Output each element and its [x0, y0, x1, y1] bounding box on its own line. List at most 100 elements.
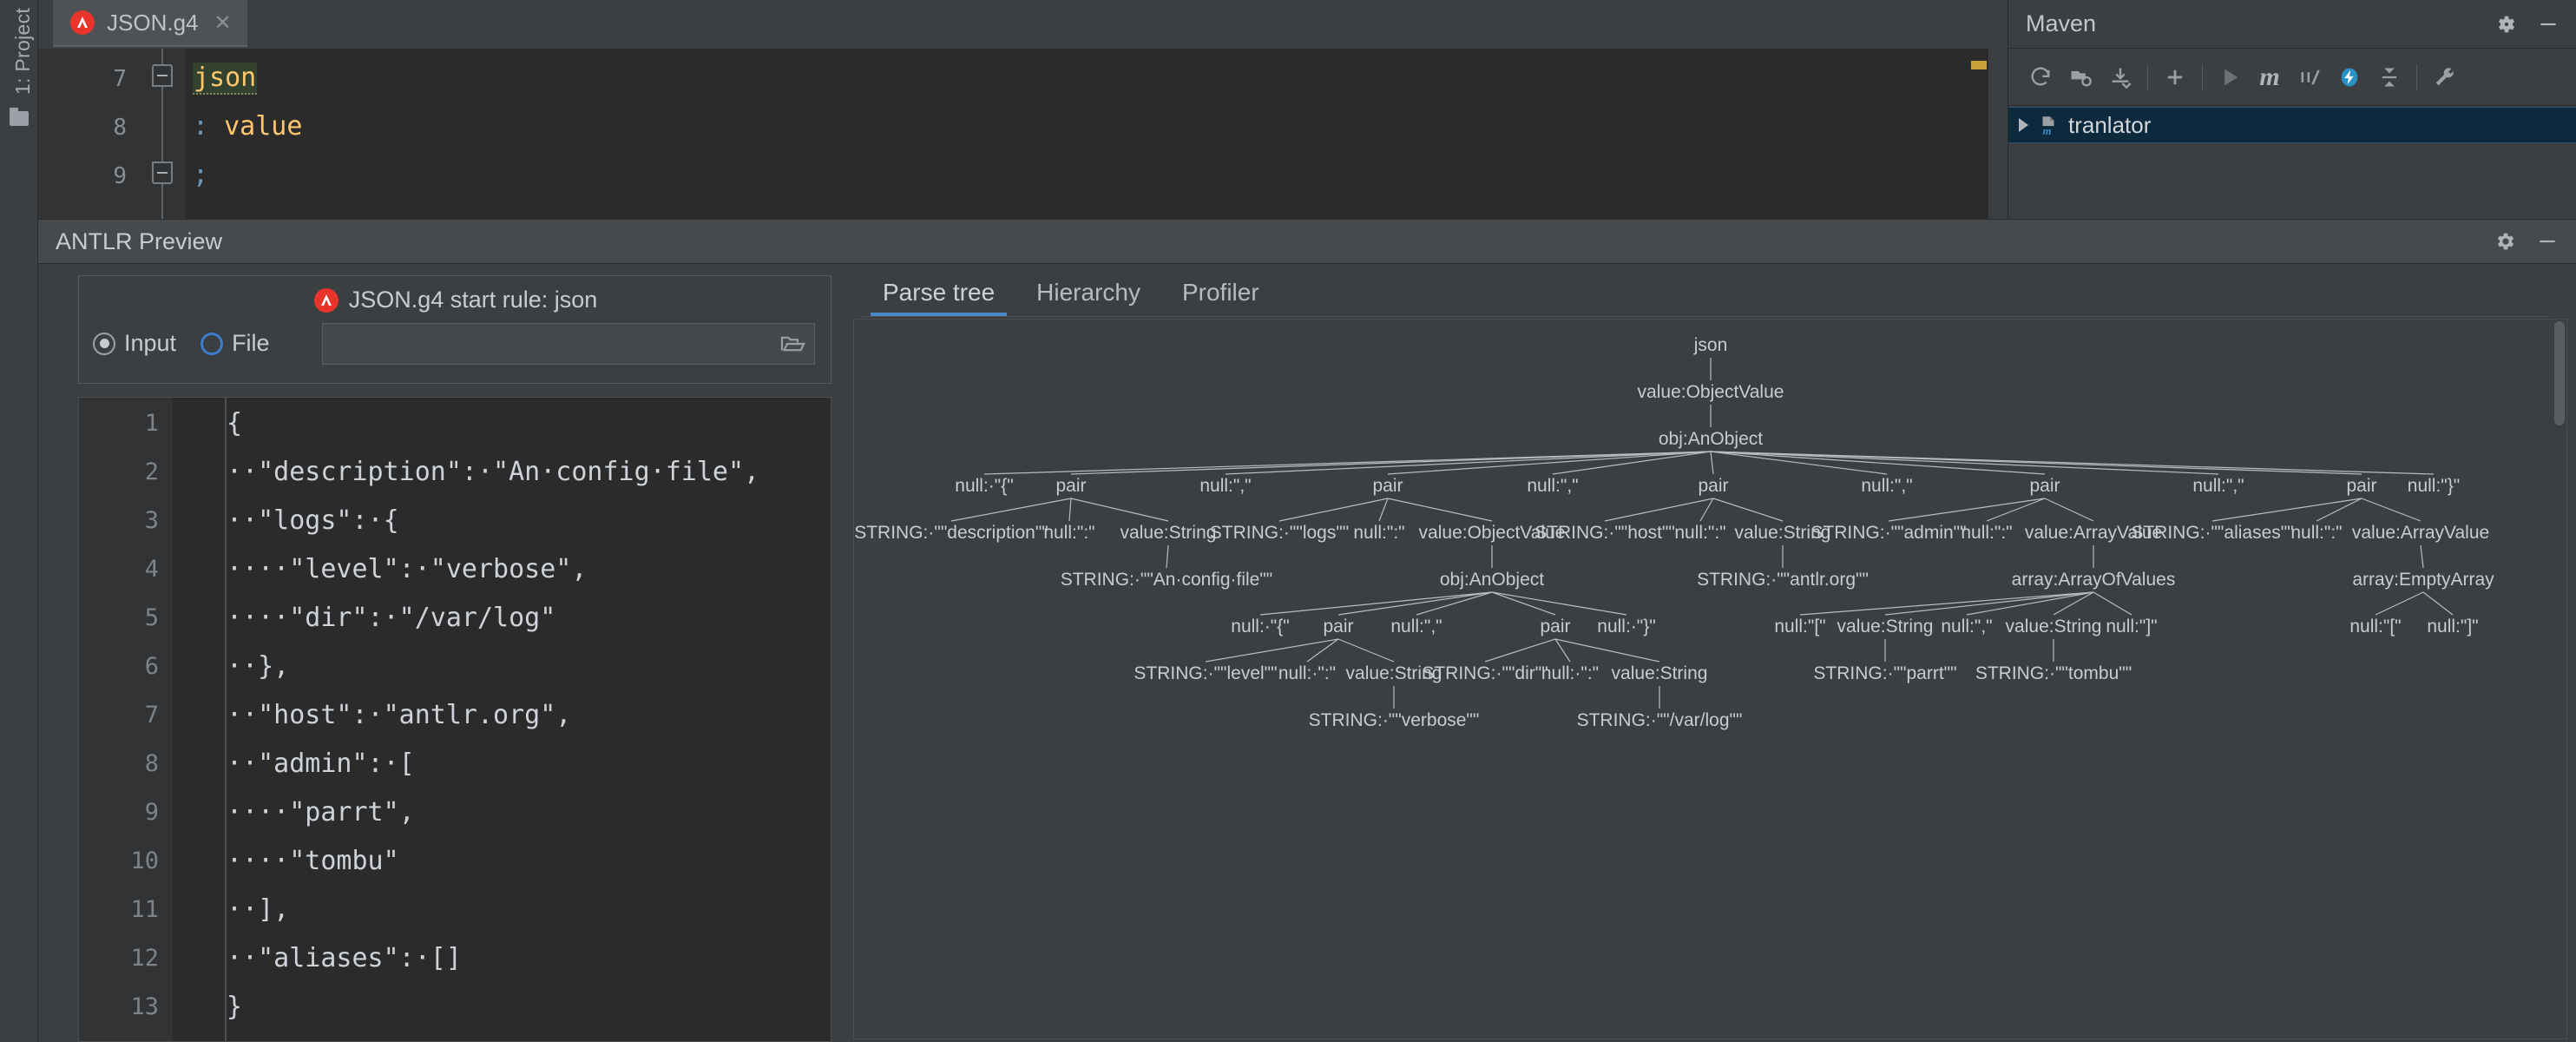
run-icon[interactable] [2210, 57, 2250, 97]
maven-project-tranlator[interactable]: m tranlator [2008, 107, 2576, 143]
parse-tree-node[interactable]: STRING:·""host"" [1534, 523, 1675, 544]
warning-stripe-marker[interactable] [1971, 61, 1987, 69]
tab-profiler[interactable]: Profiler [1161, 279, 1280, 317]
parse-tree-node[interactable]: value:String [1612, 663, 1708, 684]
grammar-code-line-9: ; [193, 160, 208, 190]
colon-token: : [193, 111, 209, 142]
parse-tree-node[interactable]: STRING:·""An·config·file"" [1061, 570, 1273, 590]
parse-tree-node[interactable]: null:"[" [1774, 617, 1825, 637]
parse-tree-node[interactable]: obj:AnObject [1659, 429, 1763, 450]
toolbar-separator [2147, 64, 2148, 90]
open-folder-icon[interactable] [779, 333, 805, 354]
parse-tree-node[interactable]: null:·":" [1541, 663, 1599, 684]
parse-tree-scrollbar[interactable] [2553, 320, 2566, 1039]
maven-module-icon: m [2037, 114, 2060, 137]
minimize-icon[interactable] [2536, 230, 2559, 253]
parse-tree-node[interactable]: null:"[" [2349, 617, 2401, 637]
json-input-editor[interactable]: 1 2 3 4 5 6 7 8 9 10 11 12 13 { ··"descr… [78, 397, 831, 1042]
line-number: 12 [130, 945, 159, 972]
parse-tree-node[interactable]: null:"]" [2106, 617, 2157, 637]
parse-tree-node[interactable]: STRING:·""dir"" [1422, 663, 1548, 684]
parse-tree-node[interactable]: STRING:·""parrt"" [1813, 663, 1956, 684]
generate-sources-icon[interactable] [2060, 57, 2100, 97]
grammar-editor[interactable]: 7 8 9 json : value ; [38, 49, 2008, 219]
parse-tree-node[interactable]: null:"," [1390, 617, 1442, 637]
tab-json-g4[interactable]: JSON.g4 ✕ [53, 0, 247, 47]
parse-tree-node[interactable]: value:String [1837, 617, 1934, 637]
parse-tree-node[interactable]: null:·"{" [955, 476, 1013, 497]
parse-tree-node[interactable]: null:"," [1861, 476, 1912, 497]
folder-icon[interactable] [10, 108, 29, 126]
radio-file[interactable] [200, 332, 224, 355]
parse-tree-node[interactable]: null:"]" [2427, 617, 2478, 637]
expand-triangle-icon[interactable] [2019, 118, 2028, 132]
collapse-all-icon[interactable] [2369, 57, 2409, 97]
parse-tree-node[interactable]: null:"," [1199, 476, 1251, 497]
toggle-skip-tests-icon[interactable] [2290, 57, 2330, 97]
parse-tree-node[interactable]: pair [1323, 617, 1353, 637]
close-icon[interactable]: ✕ [214, 10, 232, 36]
gear-icon[interactable] [2494, 230, 2517, 253]
execute-maven-goal-icon[interactable]: m [2250, 57, 2290, 97]
parse-tree-node[interactable]: null:·":" [1278, 663, 1336, 684]
parse-tree-node[interactable]: null:"}" [2408, 476, 2460, 497]
parse-tree-node[interactable]: value:String [2006, 617, 2102, 637]
parse-tree-node[interactable]: null:"," [2192, 476, 2244, 497]
parse-tree-node[interactable]: STRING:·""tombu"" [1975, 663, 2132, 684]
radio-input-label[interactable]: Input [124, 330, 176, 357]
parse-tree-node[interactable]: null:·"{" [1231, 617, 1289, 637]
reimport-icon[interactable] [2021, 57, 2060, 97]
parse-tree-node[interactable]: value:String [1120, 523, 1217, 544]
parse-tree-node[interactable]: pair [1540, 617, 1570, 637]
file-path-input[interactable] [332, 332, 779, 356]
parse-tree-node[interactable]: value:ArrayValue [2352, 523, 2489, 544]
editor-scrollbar[interactable] [1971, 49, 2008, 219]
tab-hierarchy[interactable]: Hierarchy [1015, 279, 1161, 317]
parse-tree-node[interactable]: null:":" [1961, 523, 2012, 544]
antlr-preview-title: ANTLR Preview [56, 228, 223, 254]
json-line-5: ····"dir":·"/var/log" [227, 603, 556, 633]
fold-collapse-end-icon[interactable] [152, 162, 173, 184]
toggle-offline-icon[interactable] [2330, 57, 2369, 97]
parse-tree-node[interactable]: STRING:·""aliases"" [2131, 523, 2293, 544]
parse-tree-node[interactable]: null:"," [1941, 617, 1992, 637]
download-sources-icon[interactable] [2100, 57, 2140, 97]
parse-tree-node[interactable]: obj:AnObject [1440, 570, 1544, 590]
tab-parse-tree[interactable]: Parse tree [862, 279, 1015, 317]
parse-tree-node[interactable]: null:":" [1353, 523, 1404, 544]
parse-tree-node[interactable]: STRING:·""/var/log"" [1577, 710, 1743, 731]
json-line-1: { [227, 408, 243, 439]
parse-tree-node[interactable]: pair [1372, 476, 1403, 497]
parse-tree-node[interactable]: STRING:·""antlr.org"" [1697, 570, 1869, 590]
parse-tree-node[interactable]: json [1694, 335, 1728, 356]
parse-tree-node[interactable]: STRING:·""admin"" [1810, 523, 1966, 544]
parse-tree-node[interactable]: STRING:·""verbose"" [1309, 710, 1480, 731]
parse-tree-node[interactable]: null:":" [1043, 523, 1094, 544]
parse-tree-node[interactable]: value:ObjectValue [1638, 382, 1784, 403]
parse-tree-node[interactable]: array:EmptyArray [2352, 570, 2494, 590]
parse-tree-node[interactable]: null:":" [1674, 523, 1725, 544]
parse-tree-node[interactable]: array:ArrayOfValues [2012, 570, 2176, 590]
parse-tree-node[interactable]: null:·"}" [1597, 617, 1655, 637]
parse-tree-node[interactable]: pair [2029, 476, 2060, 497]
add-maven-project-icon[interactable] [2155, 57, 2195, 97]
parse-tree-node[interactable]: STRING:·""level"" [1134, 663, 1277, 684]
parse-tree-node[interactable]: null:"," [1527, 476, 1578, 497]
radio-file-label[interactable]: File [232, 330, 270, 357]
line-number: 7 [144, 702, 159, 729]
gear-icon[interactable] [2495, 13, 2518, 36]
scrollbar-thumb[interactable] [2554, 321, 2565, 425]
parse-tree-canvas[interactable]: json value:ObjectValue obj:AnObject null:·"… [853, 319, 2567, 1039]
sidebar-item-project[interactable]: 1: Project [11, 0, 34, 103]
parse-tree-node[interactable]: STRING:·""description"" [854, 523, 1048, 544]
parse-tree-node[interactable]: null:":" [2290, 523, 2342, 544]
radio-input[interactable] [93, 332, 115, 355]
fold-collapse-icon[interactable] [152, 64, 173, 87]
parse-tree-node[interactable]: pair [1055, 476, 1086, 497]
minimize-icon[interactable] [2537, 13, 2560, 36]
parse-tree-node[interactable]: pair [2346, 476, 2376, 497]
file-path-field[interactable] [322, 323, 815, 365]
parse-tree-node[interactable]: pair [1698, 476, 1728, 497]
maven-settings-icon[interactable] [2424, 57, 2464, 97]
parse-tree-node[interactable]: STRING:·""logs"" [1210, 523, 1350, 544]
